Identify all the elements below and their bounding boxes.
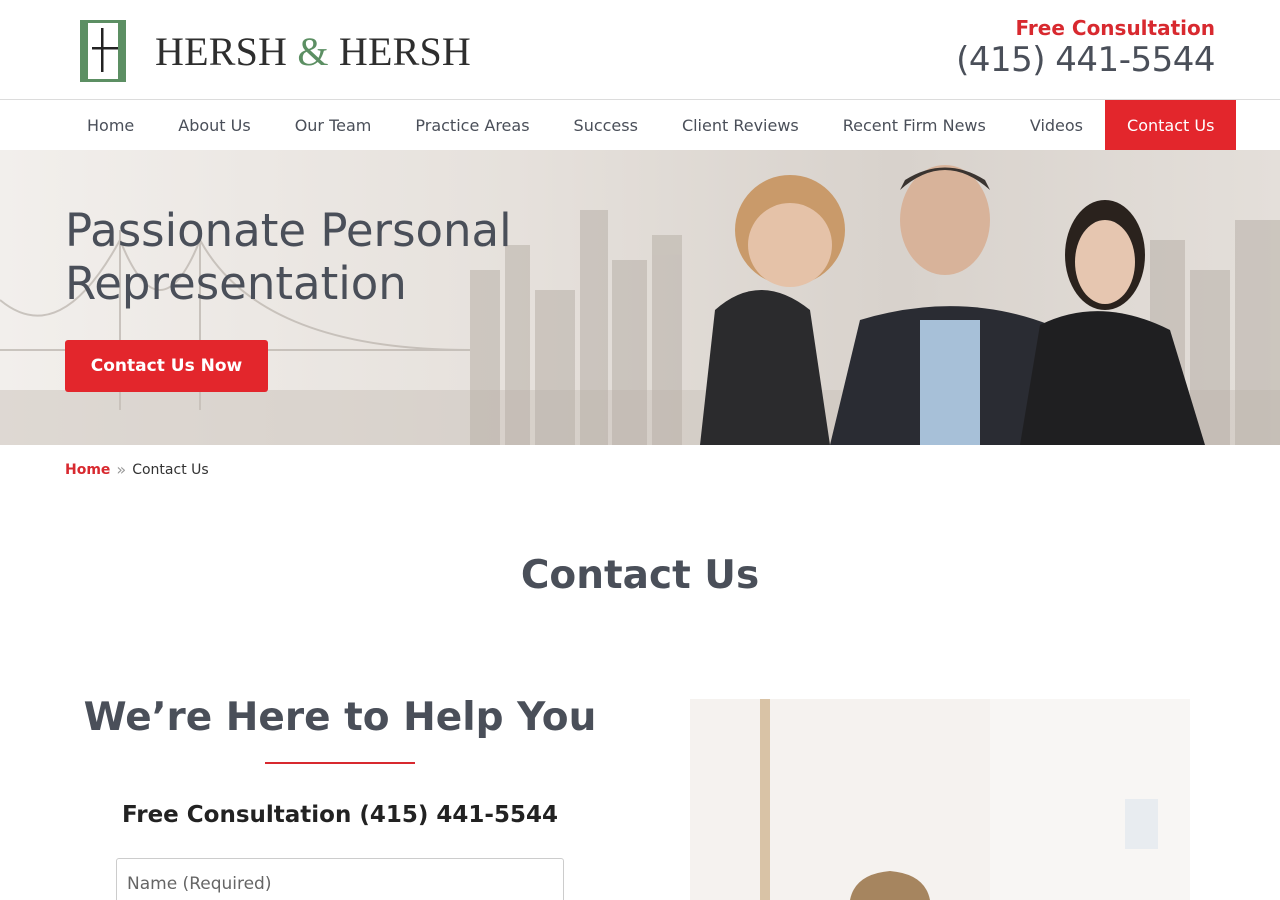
- page-title: Contact Us: [520, 553, 760, 598]
- logo-ampersand: &: [297, 29, 329, 74]
- logo-mark-icon: [80, 20, 126, 82]
- logo-word-right: HERSH: [338, 29, 472, 74]
- breadcrumb-separator-icon: »: [116, 460, 127, 479]
- name-input[interactable]: [116, 858, 564, 900]
- nav-item-our-team[interactable]: Our Team: [273, 100, 394, 150]
- attorney-photo-image: [690, 699, 1190, 900]
- attorney-photo: [690, 699, 1190, 900]
- site-header: HERSH & HERSH Free Consultation (415) 44…: [0, 0, 1280, 100]
- logo-wordmark: HERSH & HERSH: [155, 28, 471, 75]
- nav-item-about-us[interactable]: About Us: [156, 100, 272, 150]
- hero-title-line-2: Representation: [65, 257, 407, 310]
- heading-divider: [265, 762, 415, 764]
- logo-word-left: HERSH: [155, 29, 288, 74]
- header-phone-link[interactable]: (415) 441-5544: [956, 40, 1215, 80]
- hero-title-line-1: Passionate Personal: [65, 204, 512, 257]
- nav-item-client-reviews[interactable]: Client Reviews: [660, 100, 821, 150]
- hero-banner: Passionate Personal Representation Conta…: [0, 150, 1280, 445]
- nav-item-success[interactable]: Success: [552, 100, 660, 150]
- main-nav-list: Home About Us Our Team Practice Areas Succes…: [65, 100, 1237, 150]
- nav-item-home[interactable]: Home: [65, 100, 156, 150]
- breadcrumb: Home » Contact Us: [65, 460, 209, 479]
- nav-item-practice-areas[interactable]: Practice Areas: [393, 100, 551, 150]
- breadcrumb-current: Contact Us: [132, 461, 209, 478]
- nav-item-recent-firm-news[interactable]: Recent Firm News: [821, 100, 1008, 150]
- contact-us-now-button[interactable]: Contact Us Now: [65, 340, 268, 392]
- nav-item-videos[interactable]: Videos: [1008, 100, 1105, 150]
- main-nav: Home About Us Our Team Practice Areas Succes…: [0, 100, 1280, 150]
- hero-title: Passionate Personal Representation: [65, 204, 585, 310]
- help-heading: We’re Here to Help You: [83, 695, 597, 740]
- nav-item-contact-us[interactable]: Contact Us: [1105, 100, 1237, 150]
- consultation-label: Free Consultation: [1015, 16, 1215, 40]
- header-consultation: Free Consultation (415) 441-5544: [956, 16, 1215, 80]
- breadcrumb-home-link[interactable]: Home: [65, 462, 110, 478]
- free-consultation-phone[interactable]: Free Consultation (415) 441-5544: [65, 802, 615, 828]
